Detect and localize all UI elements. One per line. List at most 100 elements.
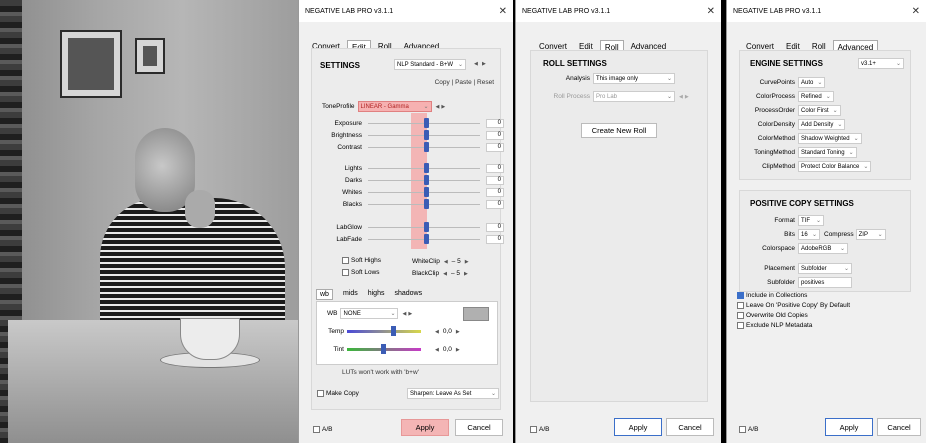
ab-checkbox[interactable] (739, 426, 746, 433)
soft-highs-checkbox[interactable] (342, 257, 349, 264)
slider-value[interactable]: 0 (486, 163, 504, 173)
roll-process-select[interactable]: Pro Lab ⌄ (593, 91, 675, 102)
wb-next-icon[interactable]: ▶ (408, 311, 412, 317)
slider-value[interactable]: 0 (486, 222, 504, 232)
copy-link[interactable]: Copy (435, 79, 450, 86)
subtab-wb[interactable]: wb (316, 289, 333, 300)
white-clip-inc-icon[interactable]: ▶ (465, 259, 469, 265)
slider-value[interactable]: 0 (486, 175, 504, 185)
option-checkbox[interactable] (737, 322, 744, 329)
chevron-down-icon: ⌄ (811, 232, 817, 238)
ab-checkbox[interactable] (530, 426, 537, 433)
engine-version-select[interactable]: v3.1+ ⌄ (858, 58, 904, 69)
preset-prev-icon[interactable]: ◀ (474, 61, 478, 67)
make-copy-checkbox[interactable] (317, 390, 324, 397)
temp-dec-icon[interactable]: ◀ (435, 329, 439, 335)
apply-button[interactable]: Apply (825, 418, 873, 436)
engine-row-select[interactable]: Color First ⌄ (798, 105, 841, 116)
slider-track[interactable] (368, 198, 480, 209)
engine-row-select[interactable]: Auto ⌄ (798, 77, 826, 88)
subtab-mids[interactable]: mids (343, 289, 358, 300)
format-value: TIF (801, 217, 810, 224)
slider-track[interactable] (368, 186, 480, 197)
wb-color-swatch[interactable] (463, 307, 489, 321)
roll-process-prev-icon[interactable]: ◀ (679, 94, 683, 100)
option-checkbox[interactable] (737, 312, 744, 319)
compress-select[interactable]: ZIP ⌄ (855, 229, 886, 240)
engine-row-select[interactable]: Protect Color Balance ⌄ (798, 161, 872, 172)
wb-prev-icon[interactable]: ◀ (402, 311, 406, 317)
slider-track[interactable] (368, 162, 480, 173)
placement-select[interactable]: Subfolder ⌄ (798, 263, 852, 274)
close-icon[interactable]: ✕ (499, 6, 507, 17)
slider-track[interactable] (368, 174, 480, 185)
tone-next-icon[interactable]: ▶ (441, 104, 445, 110)
slider-thumb[interactable] (424, 186, 429, 197)
colorspace-select[interactable]: AdobeRGB ⌄ (798, 243, 848, 254)
slider-track[interactable] (368, 129, 480, 140)
slider-thumb[interactable] (424, 221, 429, 232)
analysis-select[interactable]: This image only ⌄ (593, 73, 675, 84)
slider-track[interactable] (368, 233, 480, 244)
temp-thumb[interactable] (391, 326, 396, 336)
slider-value[interactable]: 0 (486, 199, 504, 209)
slider-row-exposure: Exposure 0 (318, 117, 504, 129)
reset-link[interactable]: Reset (477, 79, 494, 86)
slider-value[interactable]: 0 (486, 118, 504, 128)
ab-checkbox[interactable] (313, 426, 320, 433)
temp-track[interactable] (347, 326, 421, 336)
slider-thumb[interactable] (424, 174, 429, 185)
tone-prev-icon[interactable]: ◀ (436, 104, 440, 110)
engine-row-select[interactable]: Add Density ⌄ (798, 119, 846, 130)
tint-thumb[interactable] (381, 344, 386, 354)
slider-thumb[interactable] (424, 198, 429, 209)
engine-row-select[interactable]: Refined ⌄ (798, 91, 834, 102)
cancel-button[interactable]: Cancel (877, 418, 921, 436)
slider-track[interactable] (368, 221, 480, 232)
black-clip-inc-icon[interactable]: ▶ (464, 271, 468, 277)
slider-value[interactable]: 0 (486, 130, 504, 140)
temp-inc-icon[interactable]: ▶ (456, 329, 460, 335)
sharpen-select[interactable]: Sharpen: Leave As Set ⌄ (407, 388, 499, 399)
cancel-button[interactable]: Cancel (455, 419, 503, 436)
slider-thumb[interactable] (424, 141, 429, 152)
tone-profile-select[interactable]: LINEAR - Gamma ⌄ (357, 101, 432, 112)
subfolder-input[interactable]: positives (798, 277, 852, 288)
bits-select[interactable]: 16 ⌄ (798, 229, 820, 240)
roll-process-next-icon[interactable]: ▶ (685, 94, 689, 100)
slider-thumb[interactable] (424, 162, 429, 173)
tone-profile-row: ToneProfile LINEAR - Gamma ⌄ ◀ ▶ (322, 101, 445, 112)
option-checkbox[interactable] (737, 292, 744, 299)
slider-track[interactable] (368, 141, 480, 152)
slider-thumb[interactable] (424, 117, 429, 128)
cancel-button[interactable]: Cancel (666, 418, 714, 436)
close-icon[interactable]: ✕ (707, 6, 715, 17)
engine-row-select[interactable]: Shadow Weighted ⌄ (798, 133, 862, 144)
create-new-roll-button[interactable]: Create New Roll (581, 123, 657, 138)
tint-inc-icon[interactable]: ▶ (456, 347, 460, 353)
engine-row-select[interactable]: Standard Toning ⌄ (798, 147, 857, 158)
slider-value[interactable]: 0 (486, 187, 504, 197)
subtab-highs[interactable]: highs (368, 289, 385, 300)
close-icon[interactable]: ✕ (912, 6, 920, 17)
subtab-shadows[interactable]: shadows (394, 289, 422, 300)
slider-value[interactable]: 0 (486, 142, 504, 152)
tint-track[interactable] (347, 344, 421, 354)
option-checkbox[interactable] (737, 302, 744, 309)
preset-value: NLP Standard - B+W (397, 61, 454, 68)
soft-lows-checkbox[interactable] (342, 269, 349, 276)
preset-select[interactable]: NLP Standard - B+W ⌄ (394, 59, 466, 70)
slider-thumb[interactable] (424, 129, 429, 140)
apply-button[interactable]: Apply (401, 419, 449, 436)
tint-dec-icon[interactable]: ◀ (435, 347, 439, 353)
slider-thumb[interactable] (424, 233, 429, 244)
slider-track[interactable] (368, 117, 480, 128)
preset-next-icon[interactable]: ▶ (482, 61, 486, 67)
white-clip-dec-icon[interactable]: ◀ (444, 259, 448, 265)
paste-link[interactable]: Paste (455, 79, 472, 86)
format-select[interactable]: TIF ⌄ (798, 215, 824, 226)
wb-select[interactable]: NONE ⌄ (340, 308, 399, 319)
slider-value[interactable]: 0 (486, 234, 504, 244)
apply-button[interactable]: Apply (614, 418, 662, 436)
black-clip-dec-icon[interactable]: ◀ (443, 271, 447, 277)
